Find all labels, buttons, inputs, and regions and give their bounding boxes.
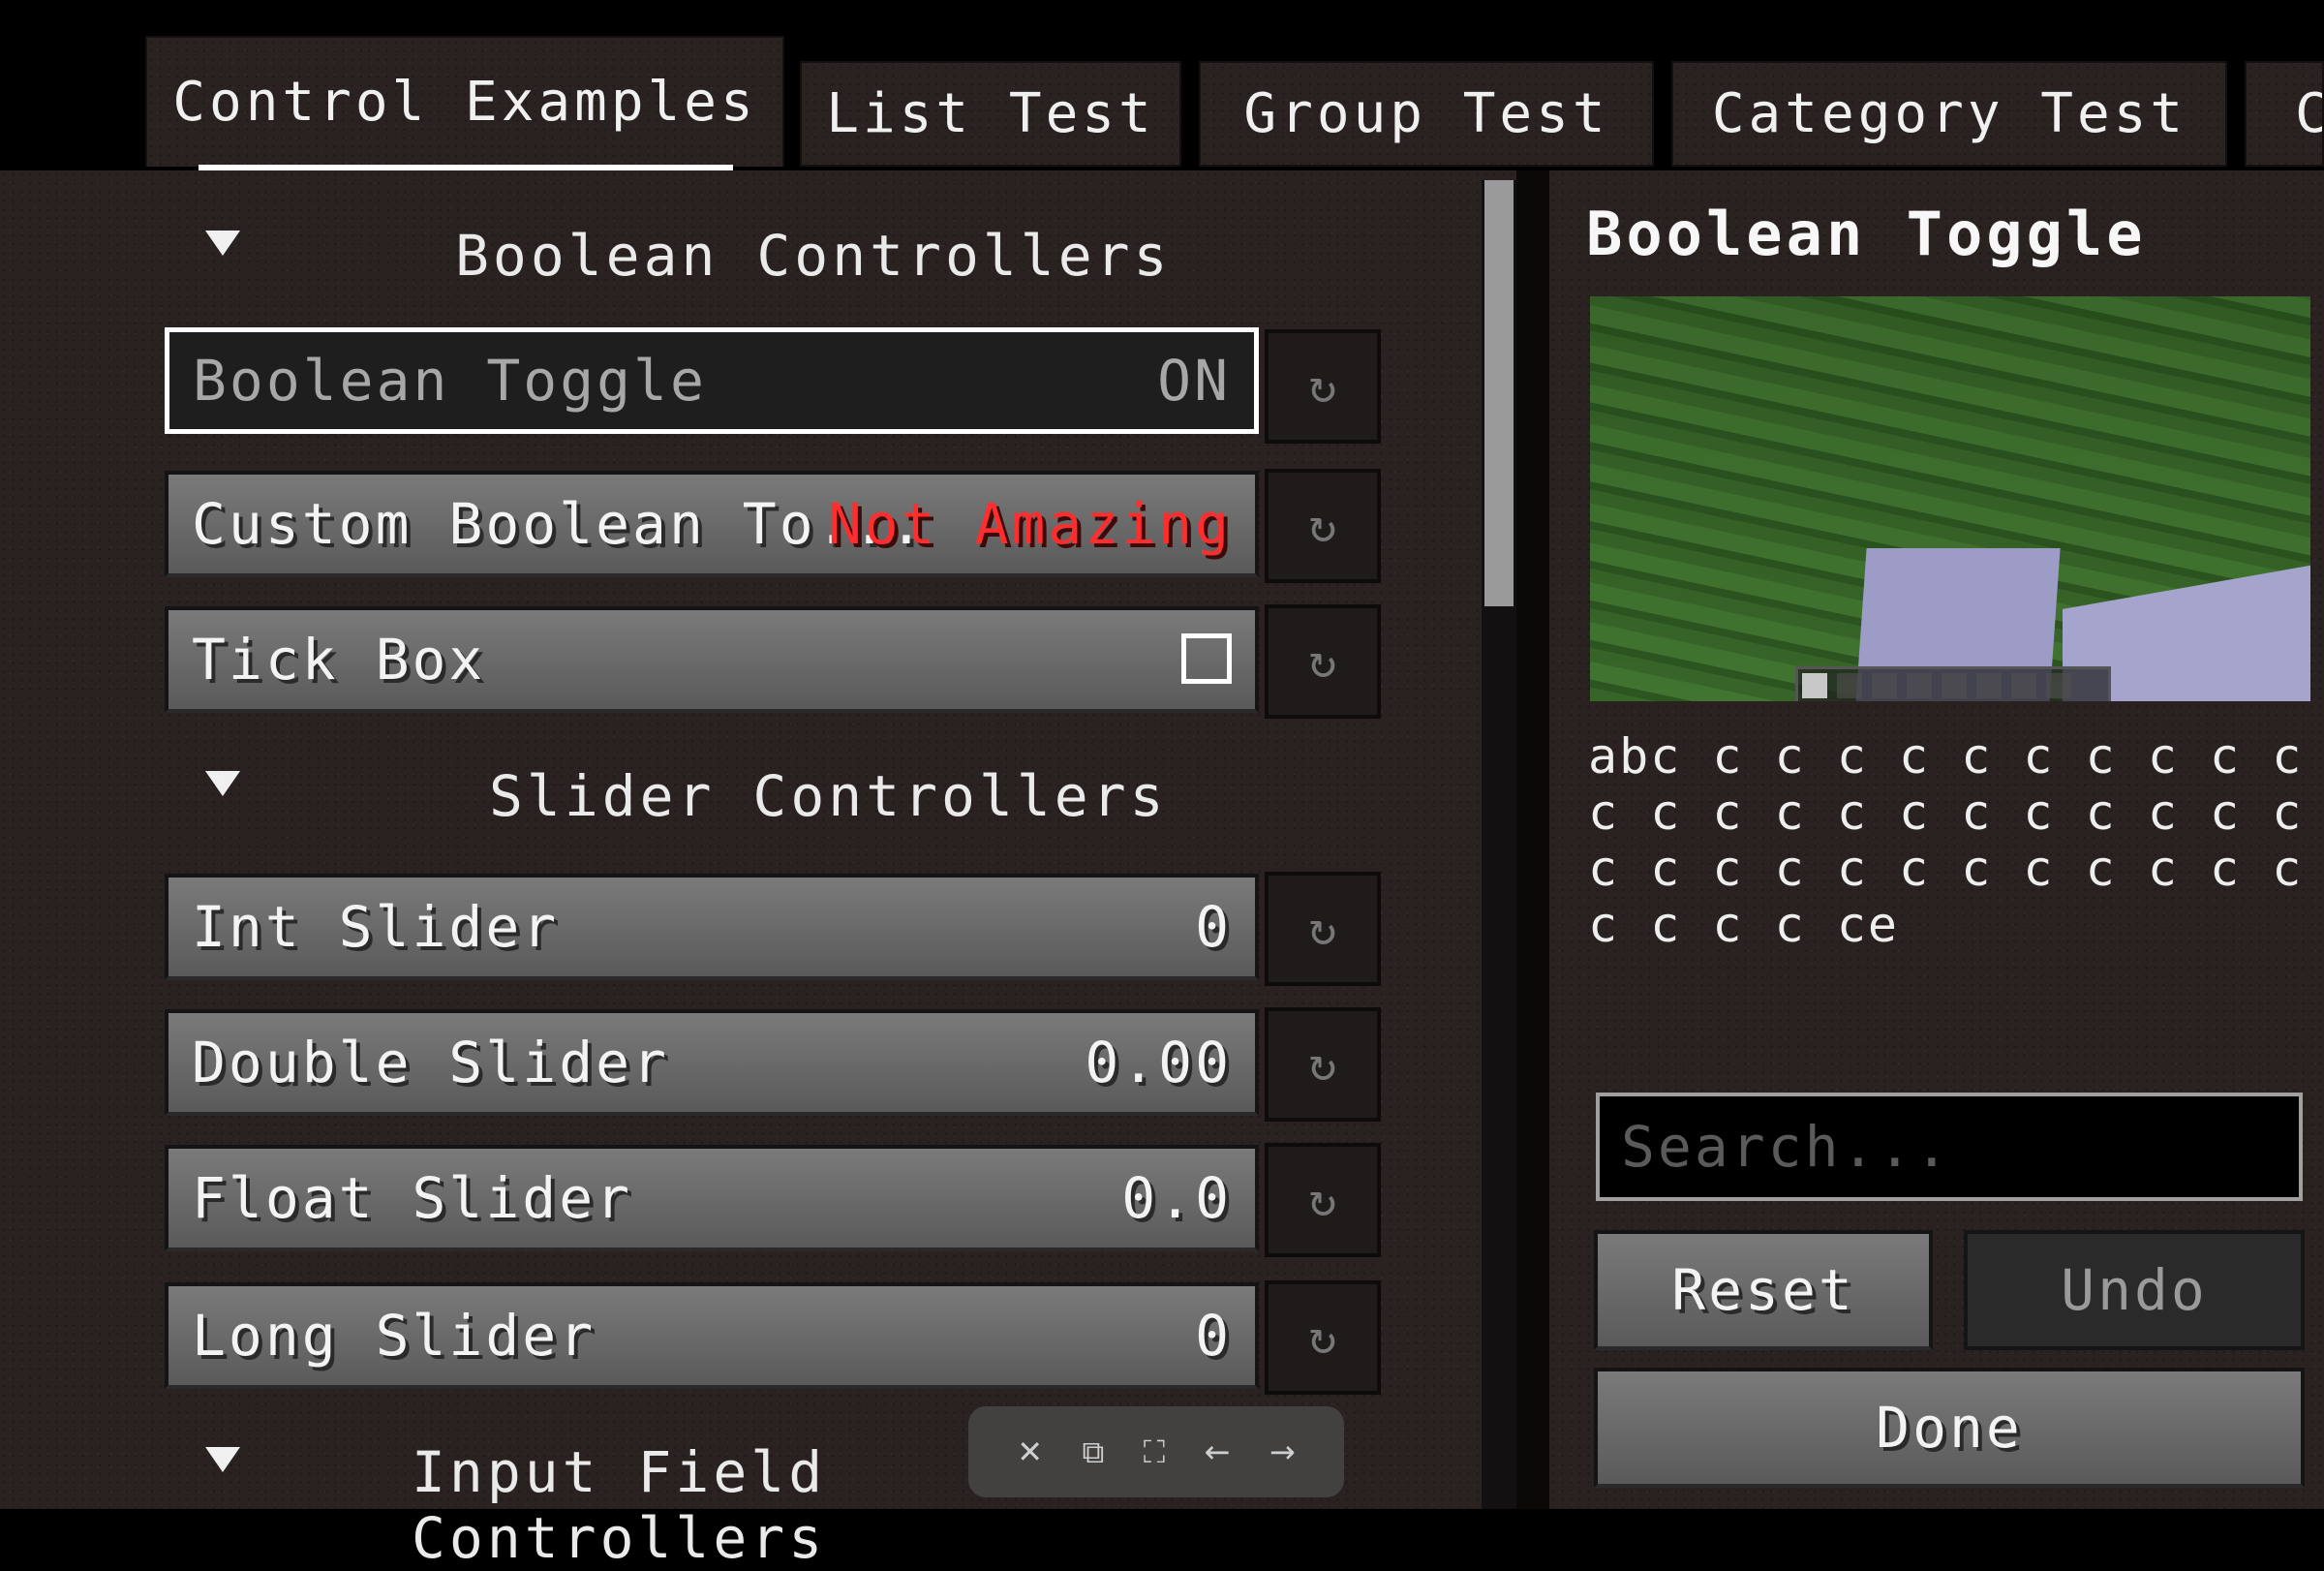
- tab-overflow[interactable]: C: [2245, 61, 2324, 167]
- reset-option-button[interactable]: ↻: [1265, 329, 1381, 444]
- hotbar-slot: [1872, 673, 1897, 698]
- reset-option-button[interactable]: ↻: [1265, 872, 1381, 986]
- option-label: Tick Box: [192, 627, 486, 693]
- reset-icon: ↻: [1308, 1037, 1337, 1092]
- option-detail-title: Boolean Toggle: [1586, 199, 2147, 269]
- option-label: Int Slider: [192, 894, 560, 960]
- category-header-boolean[interactable]: Boolean Controllers: [194, 217, 1278, 304]
- option-value: ON: [1157, 348, 1231, 414]
- category-title: Slider Controllers: [489, 763, 1168, 829]
- reset-option-button[interactable]: ↻: [1265, 604, 1381, 719]
- option-value: 0: [1195, 894, 1232, 960]
- reset-icon: ↻: [1308, 634, 1337, 689]
- tab-label: C: [2295, 82, 2322, 145]
- arrow-right-icon[interactable]: →: [1269, 1433, 1296, 1470]
- tab-control-examples[interactable]: Control Examples: [145, 36, 784, 167]
- collapse-arrow-icon: [205, 231, 240, 256]
- tab-bar: Control Examples List Test Group Test Ca…: [0, 0, 2324, 170]
- option-label: Float Slider: [192, 1165, 633, 1231]
- arrow-left-icon[interactable]: ←: [1205, 1433, 1231, 1470]
- reset-icon: ↻: [1308, 359, 1337, 414]
- option-value: 0.0: [1121, 1165, 1232, 1231]
- option-value: Not Amazing: [827, 491, 1232, 557]
- option-label: Long Slider: [192, 1303, 596, 1369]
- hotbar-slot: [1837, 673, 1862, 698]
- preview-hotbar: [1795, 666, 2111, 701]
- option-description: abc c c c c c c c c c c c c c c c c c c …: [1588, 728, 2304, 953]
- reset-option-button[interactable]: ↻: [1265, 1007, 1381, 1122]
- close-icon[interactable]: ✕: [1017, 1433, 1043, 1470]
- reset-icon: ↻: [1308, 1173, 1337, 1227]
- reset-button[interactable]: Reset: [1594, 1230, 1933, 1350]
- external-link-icon[interactable]: ⧉: [1082, 1433, 1104, 1471]
- category-title: Boolean Controllers: [455, 223, 1172, 289]
- tab-label: List Test: [826, 82, 1155, 145]
- options-scrollbar-thumb[interactable]: [1484, 180, 1514, 606]
- floating-window-controls: ✕ ⧉ ⛶ ← →: [968, 1406, 1344, 1497]
- hotbar-slot: [1907, 673, 1932, 698]
- undo-button[interactable]: Undo: [1964, 1230, 2305, 1350]
- category-header-slider[interactable]: Slider Controllers: [194, 757, 1278, 845]
- fullscreen-icon[interactable]: ⛶: [1144, 1433, 1165, 1471]
- tab-label: Group Test: [1243, 82, 1609, 145]
- reset-option-button[interactable]: ↻: [1265, 1280, 1381, 1395]
- reset-icon: ↻: [1308, 499, 1337, 553]
- collapse-arrow-icon: [205, 771, 240, 796]
- tick-box-checkbox[interactable]: [1181, 633, 1232, 684]
- hotbar-slot: [2046, 673, 2071, 698]
- option-int-slider[interactable]: Int Slider 0: [165, 874, 1259, 980]
- option-label: Custom Boolean To...: [192, 491, 927, 557]
- tab-label: Category Test: [1711, 82, 2187, 145]
- panel-divider: [1516, 170, 1549, 1509]
- option-tick-box[interactable]: Tick Box: [165, 606, 1259, 713]
- option-boolean-toggle[interactable]: Boolean Toggle ON: [165, 327, 1259, 434]
- hotbar-slot: [1802, 673, 1827, 698]
- hotbar-slot: [1942, 673, 1967, 698]
- option-double-slider[interactable]: Double Slider 0.00: [165, 1009, 1259, 1116]
- option-preview-image: [1590, 296, 2310, 701]
- reset-icon: ↻: [1308, 902, 1337, 956]
- option-label: Double Slider: [192, 1030, 669, 1095]
- hotbar-slot: [2011, 673, 2036, 698]
- collapse-arrow-icon: [205, 1447, 240, 1472]
- option-value: 0.00: [1085, 1030, 1232, 1095]
- option-float-slider[interactable]: Float Slider 0.0: [165, 1145, 1259, 1251]
- option-custom-boolean[interactable]: Custom Boolean To... Not Amazing: [165, 471, 1259, 577]
- hotbar-slot: [1976, 673, 2002, 698]
- tab-list-test[interactable]: List Test: [800, 61, 1181, 167]
- option-long-slider[interactable]: Long Slider 0: [165, 1282, 1259, 1389]
- option-label: Boolean Toggle: [193, 348, 707, 414]
- tab-category-test[interactable]: Category Test: [1671, 61, 2227, 167]
- done-button[interactable]: Done: [1594, 1368, 2305, 1488]
- reset-icon: ↻: [1308, 1310, 1337, 1365]
- search-input[interactable]: [1596, 1093, 2303, 1201]
- tab-label: Control Examples: [172, 71, 757, 134]
- option-value: 0: [1195, 1303, 1232, 1369]
- reset-option-button[interactable]: ↻: [1265, 1143, 1381, 1257]
- tab-group-test[interactable]: Group Test: [1199, 61, 1654, 167]
- reset-option-button[interactable]: ↻: [1265, 469, 1381, 583]
